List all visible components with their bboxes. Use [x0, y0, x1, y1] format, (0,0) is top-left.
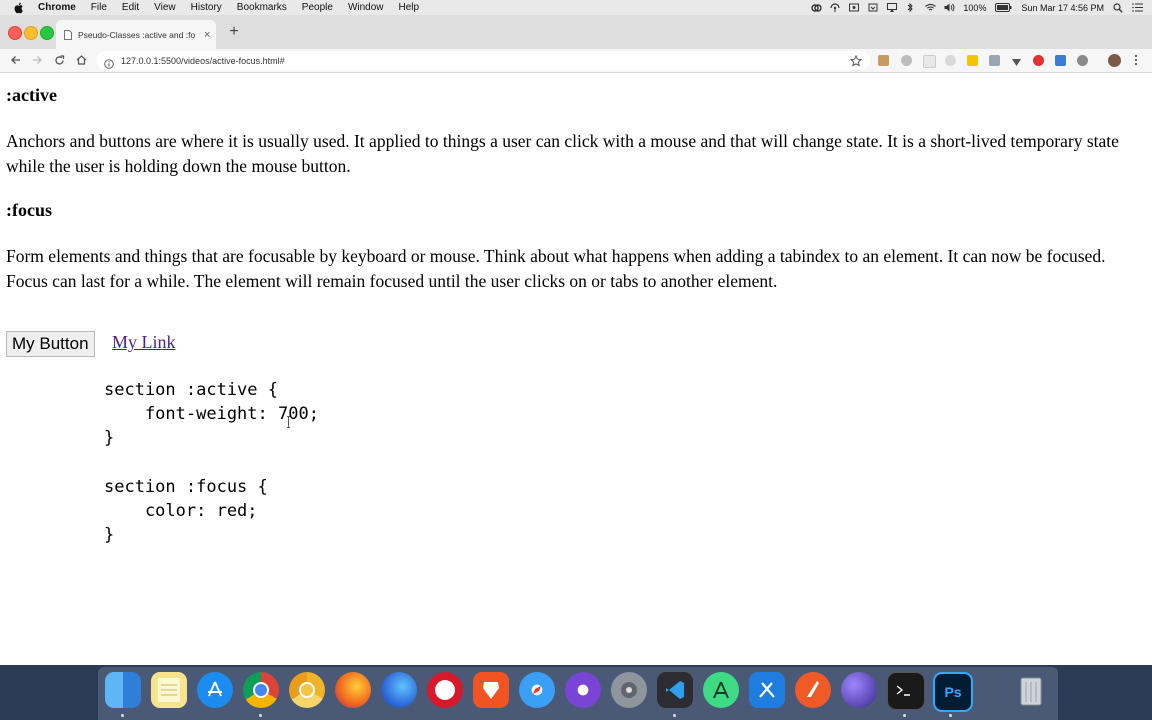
- affinity-designer-icon[interactable]: [795, 672, 831, 708]
- tab-title: Pseudo-Classes :active and :fo: [78, 29, 196, 40]
- automator-icon[interactable]: [611, 672, 647, 708]
- menu-people[interactable]: People: [302, 2, 333, 13]
- safari-icon[interactable]: [519, 672, 555, 708]
- brave-icon[interactable]: [473, 672, 509, 708]
- extension-9-icon[interactable]: [1055, 55, 1066, 66]
- extension-2-icon[interactable]: [901, 55, 912, 66]
- finder-running-indicator: [121, 714, 124, 717]
- chrome-icon[interactable]: [243, 672, 279, 708]
- menu-help[interactable]: Help: [399, 2, 420, 13]
- firefox-icon[interactable]: [335, 672, 371, 708]
- volume-icon[interactable]: [944, 3, 955, 12]
- extension-5-icon[interactable]: [967, 55, 978, 66]
- xcode-icon[interactable]: [749, 672, 785, 708]
- new-tab-button[interactable]: +: [227, 23, 241, 41]
- airdrop-icon[interactable]: [830, 3, 841, 12]
- menu-edit[interactable]: Edit: [122, 2, 139, 13]
- apple-icon[interactable]: [12, 1, 26, 15]
- more-menu-icon[interactable]: [1129, 52, 1143, 68]
- chrome-canary-icon[interactable]: [289, 672, 325, 708]
- photoshop-icon[interactable]: Ps: [933, 672, 973, 712]
- airplay-icon[interactable]: [887, 3, 898, 12]
- safari-technology-preview-icon[interactable]: [565, 672, 601, 708]
- text-cursor-icon: [287, 415, 290, 428]
- page-favicon-icon: [64, 29, 72, 40]
- pinterest-icon[interactable]: [1033, 55, 1044, 66]
- address-bar[interactable]: 127.0.0.1:5500/videos/active-focus.html#: [96, 51, 870, 70]
- menu-history[interactable]: History: [191, 2, 222, 13]
- window-minimize-button[interactable]: [24, 26, 38, 40]
- opera-icon[interactable]: [427, 672, 463, 708]
- terminal-icon[interactable]: [887, 672, 925, 710]
- profile-avatar[interactable]: [1108, 54, 1121, 67]
- photoshop-running-indicator: [949, 714, 952, 717]
- url-text[interactable]: 127.0.0.1:5500/videos/active-focus.html#: [121, 56, 285, 66]
- dock: Ps: [98, 667, 1058, 720]
- page-content: :active Anchors and buttons are where it…: [0, 73, 1152, 665]
- clock[interactable]: Sun Mar 17 4:56 PM: [1021, 3, 1104, 13]
- code-block: section :active { font-weight: 700; } se…: [104, 380, 319, 546]
- battery-icon[interactable]: [995, 3, 1012, 12]
- extension-4-icon[interactable]: [945, 55, 956, 66]
- tab-close-icon[interactable]: ×: [204, 29, 210, 41]
- menu-view[interactable]: View: [154, 2, 176, 13]
- dropzone-icon[interactable]: [868, 3, 878, 12]
- menu-window[interactable]: Window: [348, 2, 384, 13]
- window-close-button[interactable]: [8, 26, 22, 40]
- notification-center-icon[interactable]: [1132, 3, 1143, 12]
- extension-3-icon[interactable]: [923, 55, 936, 68]
- android-studio-icon[interactable]: [703, 672, 739, 708]
- heading-active: :active: [6, 85, 57, 105]
- screen-record-icon[interactable]: [849, 3, 860, 12]
- menu-file[interactable]: File: [91, 2, 107, 13]
- forward-arrow-icon[interactable]: [30, 52, 44, 68]
- trash-icon[interactable]: [1013, 672, 1049, 708]
- visual-studio-code-icon[interactable]: [657, 672, 693, 708]
- bluetooth-icon[interactable]: [906, 2, 916, 13]
- tab-active-focus[interactable]: Pseudo-Classes :active and :fo ×: [56, 20, 216, 49]
- browser-toolbar: 127.0.0.1:5500/videos/active-focus.html#: [0, 49, 1152, 73]
- my-button[interactable]: My Button: [6, 331, 95, 357]
- terminal-running-indicator: [903, 714, 906, 717]
- notes-icon[interactable]: [151, 672, 187, 708]
- browser-window: Pseudo-Classes :active and :fo × + 127.0…: [0, 15, 1152, 665]
- battery-percent: 100%: [963, 2, 987, 13]
- macos-menu-bar: Chrome File Edit View History Bookmarks …: [0, 0, 1152, 15]
- firefox-developer-edition-icon[interactable]: [381, 672, 417, 708]
- chrome-running-indicator: [259, 714, 262, 717]
- window-maximize-button[interactable]: [40, 26, 54, 40]
- back-arrow-icon[interactable]: [8, 52, 22, 68]
- paragraph-focus: Form elements and things that are focusa…: [6, 246, 1106, 291]
- affinity-photo-icon[interactable]: [841, 672, 877, 708]
- reload-icon[interactable]: [52, 52, 66, 68]
- paragraph-active: Anchors and buttons are where it is usua…: [6, 131, 1119, 176]
- wifi-icon[interactable]: [925, 3, 937, 12]
- home-icon[interactable]: [74, 52, 88, 68]
- extension-7-icon[interactable]: [1011, 55, 1022, 66]
- my-link[interactable]: My Link: [112, 332, 176, 353]
- tab-strip: Pseudo-Classes :active and :fo × +: [0, 15, 1152, 49]
- site-info-icon[interactable]: [104, 56, 114, 69]
- creative-cloud-icon[interactable]: [811, 3, 823, 12]
- menu-bookmarks[interactable]: Bookmarks: [237, 2, 287, 13]
- vscode-running-indicator: [673, 714, 676, 717]
- bookmark-star-icon[interactable]: [849, 54, 863, 67]
- extension-10-icon[interactable]: [1077, 55, 1088, 66]
- menu-app-name[interactable]: Chrome: [38, 2, 76, 13]
- app-store-icon[interactable]: [197, 672, 233, 708]
- heading-focus: :focus: [6, 200, 52, 220]
- finder-icon[interactable]: [105, 672, 141, 708]
- extension-6-icon[interactable]: [989, 55, 1000, 66]
- extension-1-icon[interactable]: [878, 55, 889, 66]
- spotlight-icon[interactable]: [1113, 3, 1123, 13]
